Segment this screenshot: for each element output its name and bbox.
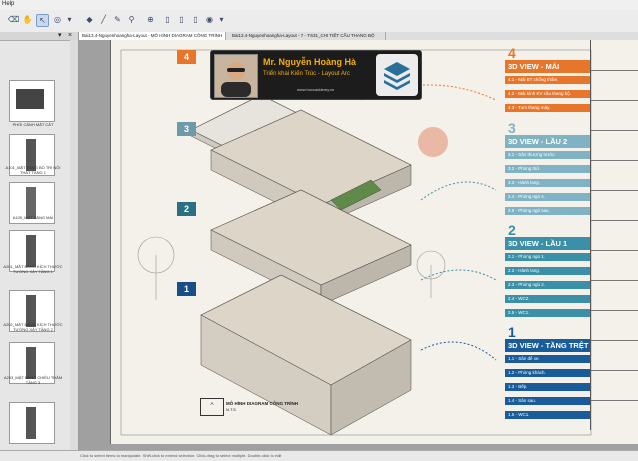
- menu-bar: Help: [0, 0, 638, 10]
- view-number-1: 1: [508, 324, 516, 340]
- title-block: [590, 40, 638, 430]
- level-marker-4: 4: [177, 50, 196, 64]
- menu-help[interactable]: Help: [2, 1, 14, 7]
- layers-logo-icon: [376, 54, 418, 96]
- view-title-3: 3D VIEW - LẦU 2: [505, 135, 590, 148]
- level-marker-2: 2: [177, 202, 196, 216]
- view-item: 1.1 - Sân để xe.: [505, 355, 590, 363]
- orbit-icon[interactable]: ◎: [52, 14, 63, 25]
- pages-scrollbar[interactable]: [70, 40, 78, 460]
- drawing-sheet[interactable]: 4 3 2 1 4 3D VIEW - MÁI 4.1 - Mái BT chố…: [110, 40, 638, 444]
- document-tabs: Bai13.4-Nguyenhoangha-Layout - MÔ HÌNH D…: [79, 32, 638, 40]
- view-item: 4.1 - Mái BT chống thấm.: [505, 76, 590, 84]
- view-item: 4.3 - Tum thang máy.: [505, 104, 590, 112]
- view-item: 4.2 - Mái kính KV cầu thang bộ.: [505, 90, 590, 98]
- view-item: 3.3 - Hành lang.: [505, 179, 590, 187]
- page-thumbnail-label: A101_MẶT BẰNG BỐ TRÍ NỘI THẤT TẦNG 1: [5, 165, 61, 175]
- close-icon[interactable]: ×: [68, 32, 72, 40]
- hand-icon[interactable]: ✋: [22, 14, 33, 25]
- view-number-2: 2: [508, 222, 516, 238]
- page-thumbnail-1[interactable]: [9, 80, 55, 122]
- level-marker-1: 1: [177, 282, 196, 296]
- view-item: 2.4 - WC2.: [505, 295, 590, 303]
- page-icon[interactable]: ▯: [162, 14, 173, 25]
- toolbar: ⌫ ✋ ↖ ◎ ▾ ◆ ╱ ✎ ⚲ ⊕ ▯ ▯ ▯ ◉ ▾: [0, 10, 638, 33]
- pages-panel: ▾ × PHỐI CẢNH MẶT CẮT A101_MẶT BẰNG BỐ T…: [0, 32, 79, 460]
- view-item: 2.1 - Phòng ngủ 1.: [505, 253, 590, 261]
- view-item: 1.4 - Sân sau.: [505, 397, 590, 405]
- caption-scale: N.T.S: [226, 407, 236, 412]
- view-item: 1.2 - Phòng khách.: [505, 369, 590, 377]
- view-item: 3.2 - Phòng thờ.: [505, 165, 590, 173]
- chevron-down-icon[interactable]: ▾: [64, 14, 75, 25]
- view-item: 1.5 - WC1.: [505, 411, 590, 419]
- pages-panel-header: ▾ ×: [0, 32, 78, 41]
- status-bar: Click to select items to manipulate. Shi…: [0, 450, 638, 461]
- page-thumbnail-label: A105_MẶT BẰNG MÁI: [12, 215, 54, 220]
- chevron-down-icon[interactable]: ▾: [216, 14, 227, 25]
- page-thumbnail-label: A203_MẶT BẰNG CHIỀU THẲM TẦNG 3: [3, 375, 63, 385]
- page-thumbnail-7[interactable]: [9, 402, 55, 444]
- presenter-name: Mr. Nguyễn Hoàng Hà: [263, 57, 357, 67]
- view-item: 1.3 - Bếp.: [505, 383, 590, 391]
- page-add-icon[interactable]: ▯: [176, 14, 187, 25]
- view-item: 2.5 - WC1.: [505, 309, 590, 317]
- view-item: 3.5 - Phòng ngủ sau.: [505, 207, 590, 215]
- presentation-icon[interactable]: ◉: [204, 14, 215, 25]
- view-number-4: 4: [508, 45, 516, 61]
- view-title-4: 3D VIEW - MÁI: [505, 60, 590, 73]
- view-item: 2.2 - Hành lang.: [505, 267, 590, 275]
- level-marker-3: 3: [177, 122, 196, 136]
- select-tool-icon[interactable]: ↖: [36, 14, 49, 27]
- tab-stair-detail[interactable]: Bai13.4-Nguyenhoangha-Layout - 7 - TS31_…: [229, 32, 386, 40]
- presenter-title: Triển khai Kiến Trúc - Layout Arc: [263, 71, 350, 77]
- pin-icon[interactable]: ⚲: [126, 14, 137, 25]
- view-item: 3.4 - Phòng ngủ 4.: [505, 193, 590, 201]
- caption-box: A: [200, 398, 224, 416]
- presenter-url: www.hoccaddemy.vn: [297, 87, 335, 92]
- view-caption: A MÔ HÌNH DIAGRAM CÔNG TRÌNH N.T.S: [200, 398, 390, 418]
- view-item: 3.1 - Sân thượng trước.: [505, 151, 590, 159]
- avatar: [214, 54, 258, 98]
- paint-icon[interactable]: ◆: [84, 14, 95, 25]
- page-thumbnail-label: A202_MẶT BẰNG KÍCH THƯỚC TƯỜNG XÂY TẦNG …: [3, 322, 63, 332]
- eraser-icon[interactable]: ⌫: [8, 14, 19, 25]
- view-item: 2.3 - Phòng ngủ 2.: [505, 281, 590, 289]
- caption-title: MÔ HÌNH DIAGRAM CÔNG TRÌNH: [226, 401, 298, 406]
- line-icon[interactable]: ╱: [98, 14, 109, 25]
- view-number-3: 3: [508, 120, 516, 136]
- pin-panel-icon[interactable]: ▾: [58, 32, 62, 40]
- tab-diagram[interactable]: Bai13.4-Nguyenhoangha-Layout - MÔ HÌNH D…: [79, 32, 226, 40]
- compass-icon[interactable]: ⊕: [145, 14, 156, 25]
- page-thumbnail-label: A201_MẶT BẰNG KÍCH THƯỚC TƯỜNG XÂY TẦNG …: [3, 264, 63, 274]
- view-title-2: 3D VIEW - LẦU 1: [505, 237, 590, 250]
- page-thumbnail-label: PHỐI CẢNH MẶT CẮT: [12, 122, 54, 127]
- page-copy-icon[interactable]: ▯: [190, 14, 201, 25]
- presenter-banner: Mr. Nguyễn Hoàng Hà Triển khai Kiến Trúc…: [210, 50, 422, 100]
- pen-icon[interactable]: ✎: [112, 14, 123, 25]
- caption-id: A: [210, 401, 214, 406]
- status-text: Click to select items to manipulate. Shi…: [80, 453, 282, 458]
- view-title-1: 3D VIEW - TẦNG TRỆT: [505, 339, 590, 352]
